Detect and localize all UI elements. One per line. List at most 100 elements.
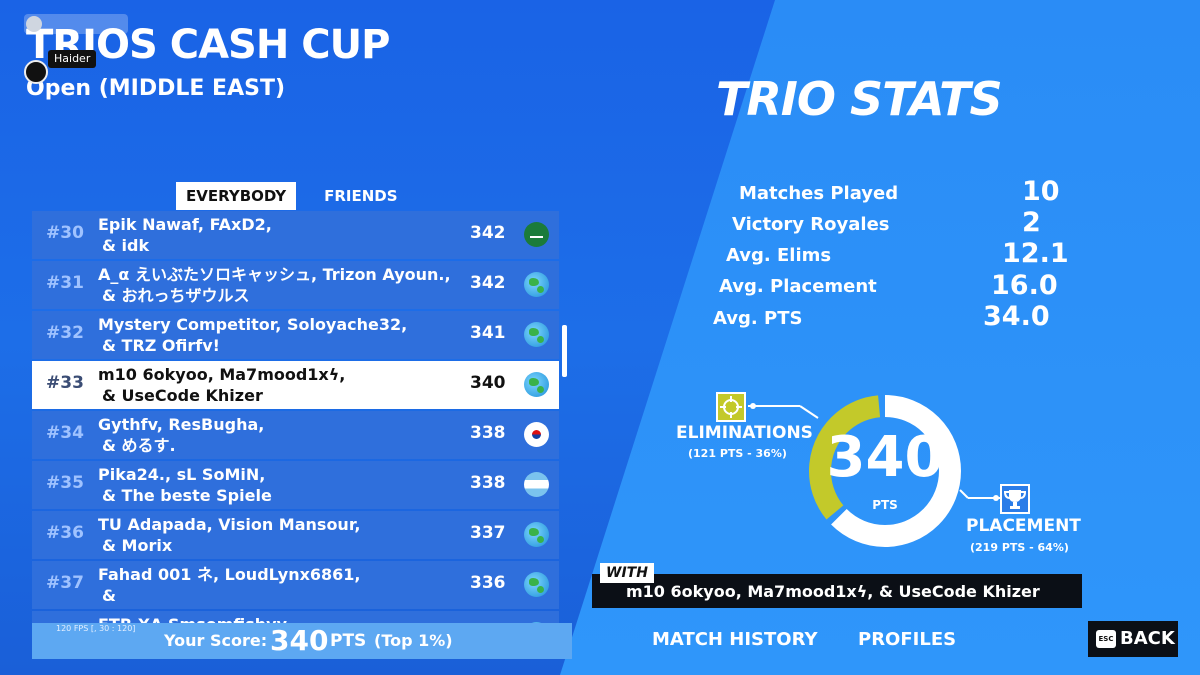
leaderboard-row[interactable]: #34 Gythfv, ResBugha, & めるす. 338 bbox=[32, 411, 559, 459]
leaderboard-row[interactable]: #31 A_α えいぶたソロキャッシュ, Trizon Ayoun., & おれっち… bbox=[32, 261, 559, 309]
team-names: FTR XA Smsomfishyy bbox=[98, 614, 287, 623]
rank: #32 bbox=[46, 323, 84, 343]
rank: #30 bbox=[46, 223, 84, 243]
back-button[interactable]: ESC BACK bbox=[1088, 621, 1178, 657]
stat-label-avg-elims: Avg. Elims bbox=[726, 245, 832, 266]
team-names: m10 6okyoo, Ma7mood1xϟ, & UseCode Khizer bbox=[98, 364, 345, 406]
total-points-value: 340 bbox=[826, 425, 944, 490]
team-names: Fahad 001 ネ, LoudLynx6861, & bbox=[98, 564, 361, 606]
stat-value-victory-royales: 2 bbox=[1022, 207, 1041, 238]
team-names-line2: & idk bbox=[102, 236, 150, 255]
globe-icon bbox=[524, 322, 549, 347]
match-history-button[interactable]: MATCH HISTORY bbox=[652, 629, 817, 650]
team-names: Epik Nawaf, FAxD2, & idk bbox=[98, 214, 272, 256]
globe-icon bbox=[524, 522, 549, 547]
team-score: 340 bbox=[470, 373, 506, 393]
placement-points: (219 PTS - 64%) bbox=[970, 541, 1069, 554]
avatar bbox=[26, 16, 42, 32]
stat-value-avg-elims: 12.1 bbox=[1002, 238, 1069, 269]
your-score-top-percent: (Top 1%) bbox=[374, 631, 453, 650]
tab-friends[interactable]: FRIENDS bbox=[314, 182, 407, 210]
team-names: TU Adapada, Vision Mansour, & Morix bbox=[98, 514, 360, 556]
team-score: 341 bbox=[470, 323, 506, 343]
your-score-bar: 120 FPS [, 30 : 120] Your Score: 340 PTS… bbox=[32, 623, 572, 659]
team-names-line1: m10 6okyoo, Ma7mood1xϟ, bbox=[98, 365, 346, 384]
stat-value-avg-pts: 34.0 bbox=[983, 301, 1050, 332]
team-names-line1: Pika24., sL SoMiN, bbox=[98, 465, 266, 484]
leaderboard-row[interactable]: #32 Mystery Competitor, Soloyache32, & TRZ… bbox=[32, 311, 559, 359]
fps-counter: 120 FPS [, 30 : 120] bbox=[56, 624, 136, 633]
esc-key-icon: ESC bbox=[1096, 630, 1116, 648]
team-names-line1: TU Adapada, Vision Mansour, bbox=[98, 515, 361, 534]
user-badge-bar bbox=[24, 14, 128, 34]
leaderboard-list[interactable]: #30 Epik Nawaf, FAxD2, & idk 342 #31 A_α えいぶた… bbox=[32, 211, 566, 623]
stat-value-matches-played: 10 bbox=[1022, 176, 1060, 207]
team-names: Pika24., sL SoMiN, & The beste Spiele bbox=[98, 464, 272, 506]
page-subtitle: Open (MIDDLE EAST) bbox=[26, 76, 286, 101]
globe-icon bbox=[524, 372, 549, 397]
crosshair-icon bbox=[716, 392, 746, 422]
back-label: BACK bbox=[1120, 628, 1175, 649]
team-names-line2: & TRZ Ofirfv! bbox=[102, 336, 220, 355]
flag-icon bbox=[524, 222, 549, 247]
rank: #31 bbox=[46, 273, 84, 293]
stat-label-avg-pts: Avg. PTS bbox=[713, 308, 803, 329]
flag-icon bbox=[524, 422, 549, 447]
scrollbar[interactable] bbox=[562, 325, 567, 377]
team-names: Mystery Competitor, Soloyache32, & TRZ Of… bbox=[98, 314, 407, 356]
eliminations-label: ELIMINATIONS bbox=[676, 423, 813, 443]
user-name: Haider bbox=[48, 50, 97, 68]
profiles-button[interactable]: PROFILES bbox=[858, 629, 956, 650]
leaderboard-row[interactable]: #36 TU Adapada, Vision Mansour, & Morix 337 bbox=[32, 511, 559, 559]
team-names-line2: & おれっちザウルス bbox=[102, 286, 250, 305]
teammates-names: m10 6okyoo, Ma7mood1xϟ, & UseCode Khizer bbox=[626, 582, 1040, 601]
team-names-line1: Mystery Competitor, Soloyache32, bbox=[98, 315, 408, 334]
stat-label-victory-royales: Victory Royales bbox=[732, 214, 890, 235]
team-score: 338 bbox=[470, 423, 506, 443]
leaderboard-row-current-team[interactable]: #33 m10 6okyoo, Ma7mood1xϟ, & UseCode Khiz… bbox=[32, 361, 559, 409]
rank: #34 bbox=[46, 423, 84, 443]
total-points-unit: PTS bbox=[872, 498, 898, 512]
team-score: 337 bbox=[470, 523, 506, 543]
rank: #36 bbox=[46, 523, 84, 543]
team-names-line2: & bbox=[102, 586, 116, 605]
trio-stats-title: TRIO STATS bbox=[716, 72, 1003, 126]
placement-label: PLACEMENT bbox=[966, 516, 1081, 536]
trophy-icon bbox=[1000, 484, 1030, 514]
team-names-line2: & UseCode Khizer bbox=[102, 386, 263, 405]
team-names: Gythfv, ResBugha, & めるす. bbox=[98, 414, 264, 456]
team-names-line1: FTR XA Smsomfishyy bbox=[98, 614, 287, 623]
team-score: 342 bbox=[470, 223, 506, 243]
avatar-icon bbox=[24, 60, 48, 84]
rank: #35 bbox=[46, 473, 84, 493]
eliminations-points: (121 PTS - 36%) bbox=[688, 447, 787, 460]
team-score: 338 bbox=[470, 473, 506, 493]
rank: #37 bbox=[46, 573, 84, 593]
team-names-line1: Fahad 001 ネ, LoudLynx6861, bbox=[98, 565, 361, 584]
leaderboard-row[interactable]: #30 Epik Nawaf, FAxD2, & idk 342 bbox=[32, 211, 559, 259]
leaderboard-row[interactable]: FTR XA Smsomfishyy bbox=[32, 611, 559, 623]
your-score-value: 340 bbox=[270, 624, 329, 657]
leaderboard-tabs: EVERYBODY FRIENDS bbox=[176, 182, 408, 210]
leaderboard-row[interactable]: #37 Fahad 001 ネ, LoudLynx6861, & 336 bbox=[32, 561, 559, 609]
your-score-unit: PTS bbox=[330, 631, 367, 651]
team-score: 342 bbox=[470, 273, 506, 293]
globe-icon bbox=[524, 272, 549, 297]
team-names-line1: A_α えいぶたソロキャッシュ, Trizon Ayoun., bbox=[98, 265, 451, 284]
stat-value-avg-placement: 16.0 bbox=[991, 270, 1058, 301]
team-names-line2: & Morix bbox=[102, 536, 173, 555]
team-names-line1: Gythfv, ResBugha, bbox=[98, 415, 265, 434]
globe-icon bbox=[524, 572, 549, 597]
leaderboard-row[interactable]: #35 Pika24., sL SoMiN, & The beste Spiele 3… bbox=[32, 461, 559, 509]
teammates-bar: m10 6okyoo, Ma7mood1xϟ, & UseCode Khizer bbox=[592, 574, 1082, 608]
team-score: 336 bbox=[470, 573, 506, 593]
team-names: A_α えいぶたソロキャッシュ, Trizon Ayoun., & おれっちザウル… bbox=[98, 264, 451, 306]
flag-icon bbox=[524, 472, 549, 497]
team-names-line1: Epik Nawaf, FAxD2, bbox=[98, 215, 272, 234]
team-names-line2: & The beste Spiele bbox=[102, 486, 272, 505]
stat-label-avg-placement: Avg. Placement bbox=[719, 276, 877, 297]
stat-label-matches-played: Matches Played bbox=[739, 183, 899, 204]
rank: #33 bbox=[46, 373, 84, 393]
tab-everybody[interactable]: EVERYBODY bbox=[176, 182, 297, 210]
team-names-line2: & めるす. bbox=[102, 436, 176, 455]
